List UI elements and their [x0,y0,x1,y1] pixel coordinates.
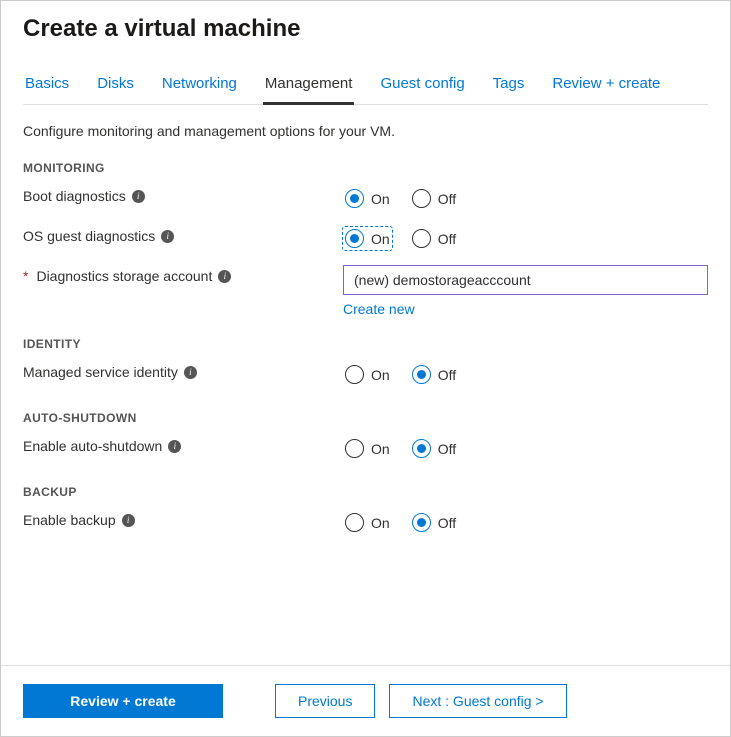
msi-label-text: Managed service identity [23,364,178,380]
radio-on-label: On [371,231,390,247]
info-icon[interactable]: i [218,270,231,283]
msi-on[interactable]: On [343,363,392,386]
section-backup-title: BACKUP [23,485,708,499]
radio-on-label: On [371,367,390,383]
row-diagnostics-storage-account: * Diagnostics storage account i (new) de… [23,265,708,317]
section-auto-shutdown-title: AUTO-SHUTDOWN [23,411,708,425]
auto-shutdown-on[interactable]: On [343,437,392,460]
required-indicator: * [23,268,28,284]
tab-disks[interactable]: Disks [95,69,136,105]
info-icon[interactable]: i [122,514,135,527]
review-create-button[interactable]: Review + create [23,684,223,718]
previous-button[interactable]: Previous [275,684,375,718]
tab-basics[interactable]: Basics [23,69,71,105]
tabs-container: Basics Disks Networking Management Guest… [1,51,730,105]
radio-off-label: Off [438,441,456,457]
label-os-guest-diagnostics: OS guest diagnostics i [23,225,343,244]
row-enable-auto-shutdown: Enable auto-shutdown i On Off [23,435,708,465]
vm-create-window: Create a virtual machine Basics Disks Ne… [0,0,731,737]
auto-shutdown-label-text: Enable auto-shutdown [23,438,162,454]
radio-off-label: Off [438,367,456,383]
backup-radio-group: On Off [343,509,708,534]
page-title: Create a virtual machine [23,15,708,43]
label-diagnostics-storage-account: * Diagnostics storage account i [23,265,343,284]
section-monitoring-title: MONITORING [23,161,708,175]
radio-off-label: Off [438,191,456,207]
label-boot-diagnostics: Boot diagnostics i [23,185,343,204]
label-managed-service-identity: Managed service identity i [23,361,343,380]
os-guest-diagnostics-label-text: OS guest diagnostics [23,228,155,244]
content: Configure monitoring and management opti… [1,105,730,665]
label-enable-auto-shutdown: Enable auto-shutdown i [23,435,343,454]
storage-account-value: (new) demostorageacccount [354,272,531,288]
tab-guest-config[interactable]: Guest config [378,69,466,105]
tab-networking[interactable]: Networking [160,69,239,105]
row-boot-diagnostics: Boot diagnostics i On Off [23,185,708,215]
tab-review-create[interactable]: Review + create [550,69,662,105]
storage-account-label-text: Diagnostics storage account [36,268,212,284]
info-icon[interactable]: i [161,230,174,243]
radio-on-label: On [371,191,390,207]
os-guest-diagnostics-radio-group: On Off [343,225,708,250]
boot-diagnostics-label-text: Boot diagnostics [23,188,126,204]
backup-off[interactable]: Off [410,511,458,534]
create-new-storage-link[interactable]: Create new [343,301,415,317]
radio-on-label: On [371,515,390,531]
diagnostics-storage-account-select[interactable]: (new) demostorageacccount [343,265,708,295]
tab-management[interactable]: Management [263,69,355,105]
section-identity-title: IDENTITY [23,337,708,351]
tabs: Basics Disks Networking Management Guest… [23,69,708,105]
radio-on-label: On [371,441,390,457]
backup-on[interactable]: On [343,511,392,534]
auto-shutdown-radio-group: On Off [343,435,708,460]
header: Create a virtual machine [1,1,730,51]
row-managed-service-identity: Managed service identity i On Off [23,361,708,391]
info-icon[interactable]: i [132,190,145,203]
msi-off[interactable]: Off [410,363,458,386]
label-enable-backup: Enable backup i [23,509,343,528]
footer: Review + create Previous Next : Guest co… [1,665,730,736]
os-guest-diagnostics-on[interactable]: On [343,227,392,250]
info-icon[interactable]: i [168,440,181,453]
os-guest-diagnostics-off[interactable]: Off [410,227,458,250]
tab-tags[interactable]: Tags [491,69,527,105]
row-os-guest-diagnostics: OS guest diagnostics i On Off [23,225,708,255]
backup-label-text: Enable backup [23,512,116,528]
radio-off-label: Off [438,515,456,531]
info-icon[interactable]: i [184,366,197,379]
row-enable-backup: Enable backup i On Off [23,509,708,539]
tab-description: Configure monitoring and management opti… [23,123,708,139]
next-button[interactable]: Next : Guest config > [389,684,566,718]
radio-off-label: Off [438,231,456,247]
boot-diagnostics-radio-group: On Off [343,185,708,210]
boot-diagnostics-on[interactable]: On [343,187,392,210]
boot-diagnostics-off[interactable]: Off [410,187,458,210]
msi-radio-group: On Off [343,361,708,386]
auto-shutdown-off[interactable]: Off [410,437,458,460]
